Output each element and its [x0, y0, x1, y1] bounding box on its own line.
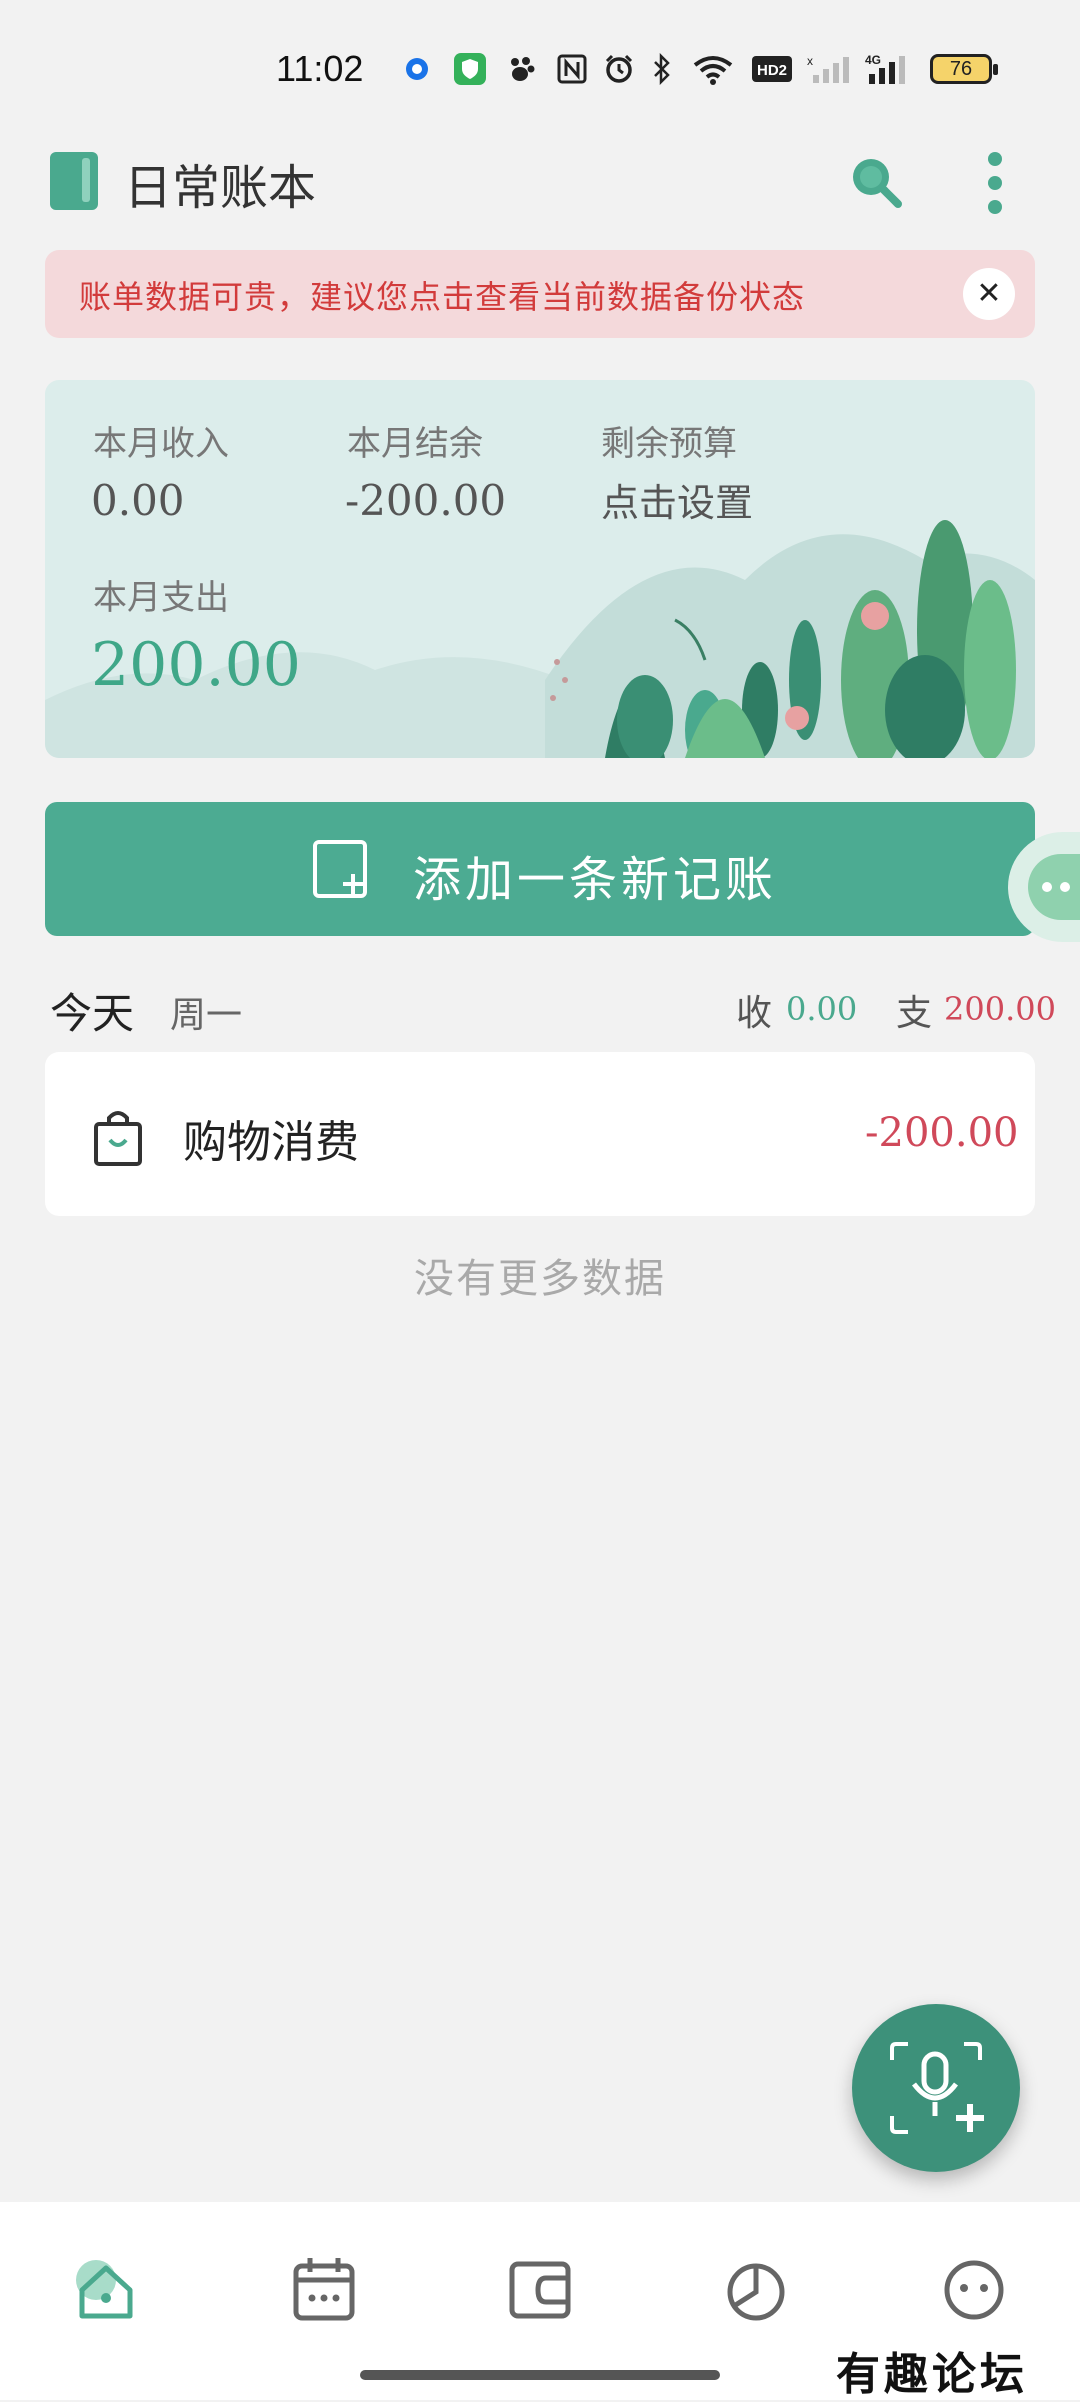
- nav-profile[interactable]: [934, 2250, 1014, 2330]
- calendar-icon: [293, 2258, 355, 2321]
- record-category: 购物消费: [183, 1117, 359, 1168]
- handle-dot-icon: [1060, 882, 1070, 892]
- app-title: 日常账本: [124, 160, 317, 216]
- paw-icon: [504, 52, 538, 86]
- shopping-bag-icon: [93, 1108, 143, 1166]
- status-time: 11:02: [276, 48, 364, 89]
- svg-text:4G: 4G: [865, 53, 881, 67]
- nav-wallet[interactable]: [500, 2250, 580, 2330]
- hd-icon: HD2: [750, 52, 794, 86]
- weekday-label: 周一: [170, 995, 243, 1036]
- close-alert-button[interactable]: ✕: [963, 268, 1015, 320]
- app-icon: [400, 52, 434, 86]
- more-dot-icon: [988, 152, 1002, 166]
- set-budget-link[interactable]: 点击设置: [601, 472, 753, 527]
- add-note-icon: [313, 840, 367, 898]
- svg-text:HD2: HD2: [757, 62, 787, 79]
- search-button[interactable]: [846, 152, 906, 212]
- record-amount: -200.00: [865, 1110, 1019, 1156]
- nav-home[interactable]: [66, 2250, 146, 2330]
- day-income-value: 0.00: [786, 990, 858, 1028]
- svg-text:x: x: [807, 54, 813, 68]
- alarm-icon: [602, 52, 636, 86]
- more-dot-icon: [988, 176, 1002, 190]
- add-record-label: 添加一条新记账: [413, 852, 778, 908]
- status-bar: 11:02 HD2 x 4G 76: [0, 0, 1080, 140]
- remaining-budget-label: 剩余预算: [601, 424, 737, 464]
- profile-icon: [944, 2260, 1004, 2320]
- voice-add-button[interactable]: [852, 2004, 1020, 2172]
- shield-icon: [452, 52, 488, 86]
- day-expense-value: 200.00: [944, 990, 1056, 1028]
- forum-watermark: 有趣论坛: [836, 2349, 1028, 2400]
- month-balance-value: -200.00: [345, 476, 507, 525]
- add-record-button[interactable]: 添加一条新记账: [45, 802, 1035, 936]
- nfc-icon: [556, 52, 588, 86]
- battery-indicator: 76: [930, 54, 998, 84]
- day-label: 今天: [50, 989, 135, 1038]
- alert-text: 账单数据可贵，建议您点击查看当前数据备份状态: [79, 278, 806, 316]
- home-icon: [76, 2260, 133, 2319]
- 4g-signal-icon: 4G: [864, 52, 914, 86]
- nav-calendar[interactable]: [284, 2250, 364, 2330]
- nav-statistics[interactable]: [716, 2250, 796, 2330]
- search-icon: [853, 159, 902, 208]
- wifi-icon: [690, 52, 736, 86]
- day-income-label: 收: [736, 993, 773, 1034]
- book-logo-icon: [50, 152, 98, 210]
- more-menu-button[interactable]: [980, 150, 1010, 216]
- bluetooth-icon: [650, 52, 674, 86]
- month-expense-value: 200.00: [91, 630, 301, 700]
- month-income-value: 0.00: [91, 476, 185, 525]
- day-expense-label: 支: [896, 993, 933, 1034]
- monthly-summary-card: 本月收入 0.00 本月结余 -200.00 剩余预算 点击设置 本月支出 20…: [45, 380, 1035, 758]
- more-dot-icon: [988, 200, 1002, 214]
- month-balance-label: 本月结余: [347, 424, 483, 464]
- backup-alert-banner[interactable]: 账单数据可贵，建议您点击查看当前数据备份状态 ✕: [45, 250, 1035, 338]
- list-item[interactable]: 购物消费 -200.00: [45, 1052, 1035, 1216]
- handle-dot-icon: [1042, 882, 1052, 892]
- month-income-label: 本月收入: [93, 424, 229, 464]
- pie-chart-icon: [727, 2263, 785, 2321]
- microphone-add-icon: [890, 2042, 984, 2134]
- month-expense-label: 本月支出: [93, 578, 229, 618]
- wallet-icon: [509, 2261, 571, 2319]
- home-indicator-bar[interactable]: [360, 2370, 720, 2380]
- no-more-data-text: 没有更多数据: [414, 1256, 666, 1302]
- signal-icon: x: [806, 52, 852, 86]
- side-tab-handle: [1028, 854, 1080, 920]
